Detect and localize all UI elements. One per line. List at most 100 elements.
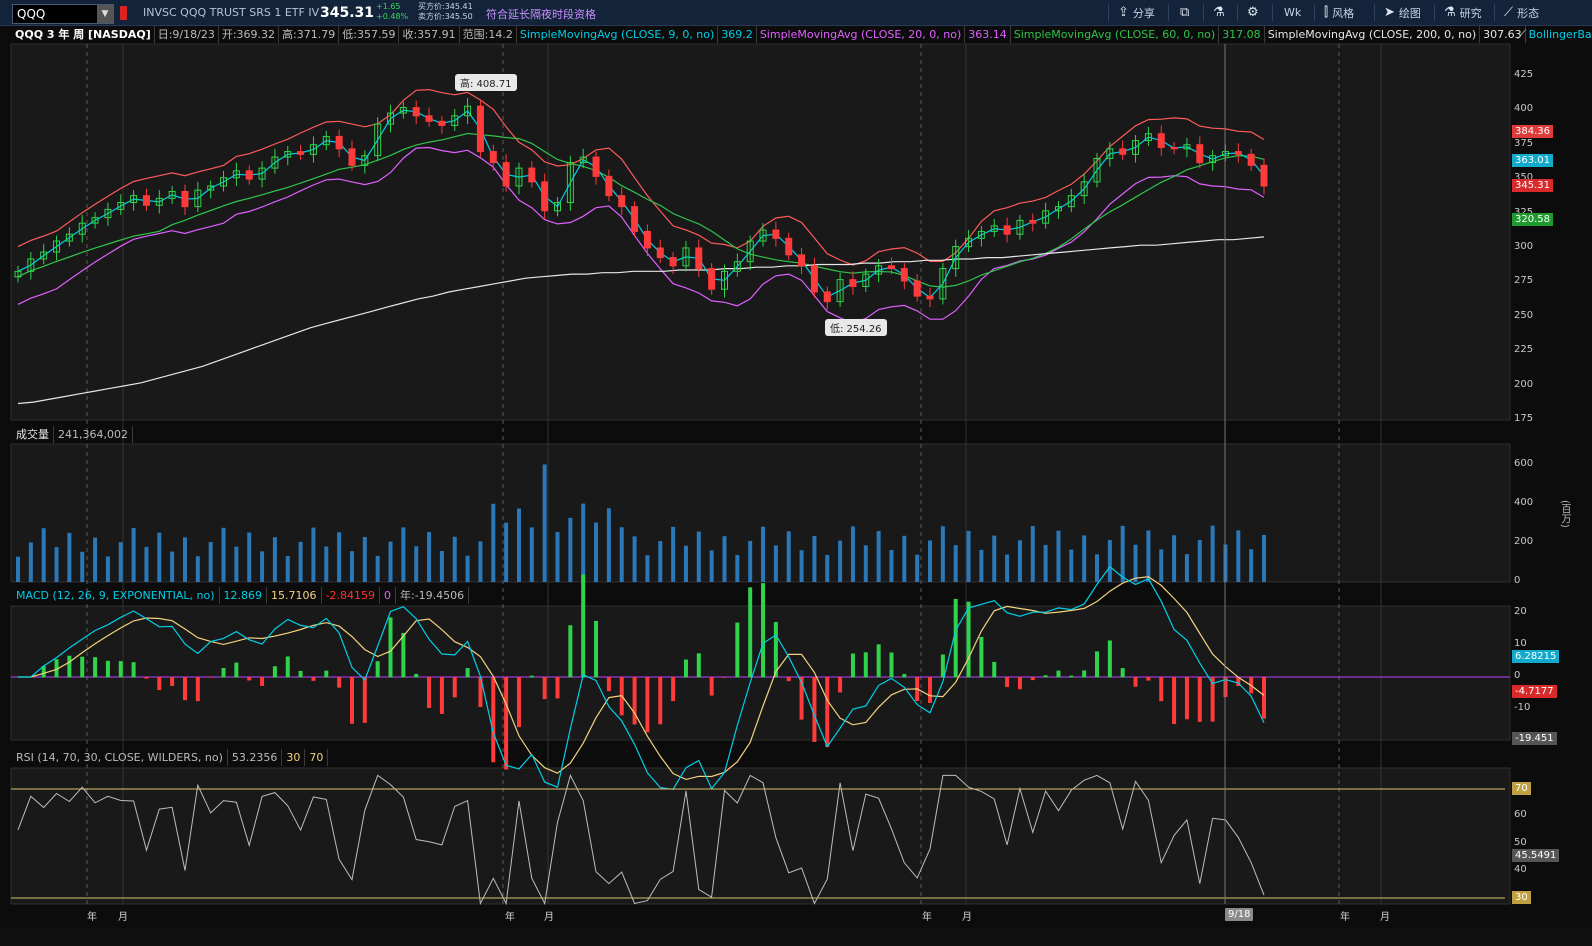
macd-histogram-bar: [272, 666, 277, 678]
rsi-tag: 45.5491: [1512, 848, 1560, 862]
volume-bar: [131, 527, 136, 582]
candle-body: [528, 167, 536, 183]
volume-bar: [606, 508, 611, 582]
volume-bar: [478, 541, 483, 582]
volume-header: 成交量 241,364,002: [12, 426, 133, 443]
volume-bar: [272, 537, 277, 582]
macd-avg: 15.7106: [267, 587, 322, 604]
volume-title[interactable]: 成交量: [12, 426, 54, 443]
macd-histogram-bar: [388, 617, 393, 678]
candle-body: [1234, 151, 1242, 155]
macd-histogram-bar: [529, 675, 534, 678]
macd-annual: 年:-19.4506: [396, 587, 470, 604]
candle-body: [926, 295, 934, 300]
candle-body: [297, 151, 305, 155]
candle-body: [489, 151, 497, 164]
volume-bar: [889, 550, 894, 582]
candle-body: [1170, 146, 1178, 150]
volume-bar: [645, 555, 650, 582]
macd-histogram-bar: [298, 670, 303, 678]
macd-label[interactable]: MACD (12, 26, 9, EXPONENTIAL, no): [12, 587, 220, 604]
volume-bar: [67, 532, 72, 582]
macd-histogram-bar: [337, 677, 342, 688]
candle-body: [798, 254, 806, 267]
volume-bar: [1069, 549, 1074, 582]
macd-histogram-bar: [748, 587, 753, 678]
candle-body: [425, 115, 433, 122]
macd-value: 12.869: [220, 587, 268, 604]
macd-histogram-bar: [131, 662, 136, 678]
volume-bar: [260, 551, 265, 582]
volume-bar: [157, 532, 162, 582]
macd-histogram-bar: [375, 661, 380, 678]
candle-body: [810, 265, 818, 293]
macd-histogram-bar: [465, 668, 470, 678]
volume-bar: [452, 536, 457, 582]
macd-histogram-bar: [1197, 677, 1202, 722]
volume-bar: [1082, 535, 1087, 582]
macd-histogram-bar: [67, 655, 72, 678]
volume-bar: [388, 541, 393, 582]
volume-bar: [683, 545, 688, 582]
macd-histogram-bar: [234, 662, 239, 678]
macd-histogram-bar: [902, 674, 907, 678]
volume-bar: [658, 541, 663, 582]
candle-body: [502, 162, 510, 187]
volume-bar: [362, 536, 367, 582]
macd-histogram-bar: [1082, 670, 1087, 678]
rsi-label[interactable]: RSI (14, 70, 30, CLOSE, WILDERS, no): [12, 749, 228, 766]
macd-histogram-bar: [594, 620, 599, 678]
macd-histogram-bar: [208, 677, 213, 678]
macd-histogram-bar: [568, 625, 573, 678]
bottom-scrollbar[interactable]: [0, 928, 1592, 946]
volume-bar: [1120, 525, 1125, 582]
macd-histogram-bar: [1107, 640, 1112, 678]
volume-bar: [118, 542, 123, 582]
rsi-pane[interactable]: [10, 767, 1511, 905]
macd-histogram-bar: [542, 677, 547, 700]
volume-bar: [195, 556, 200, 582]
volume-bar: [298, 541, 303, 582]
candle-body: [656, 247, 664, 259]
macd-histogram-bar: [825, 677, 830, 747]
volume-bar: [799, 550, 804, 582]
rsi-tags: 70 45.5491 30: [1512, 0, 1562, 946]
macd-histogram-bar: [1159, 677, 1164, 702]
macd-histogram-bar: [928, 677, 933, 703]
volume-bar: [170, 551, 175, 582]
volume-bar: [1043, 544, 1048, 582]
volume-bar: [208, 542, 213, 582]
candle-body: [887, 265, 895, 270]
rsi-overbought: 70: [305, 749, 329, 766]
macd-histogram-bar: [1005, 677, 1010, 687]
macd-histogram-bar: [850, 653, 855, 678]
macd-histogram-bar: [1030, 677, 1035, 681]
chart-canvas[interactable]: [0, 0, 1592, 946]
macd-histogram-bar: [324, 670, 329, 678]
macd-histogram-bar: [863, 652, 868, 678]
macd-histogram-bar: [1095, 651, 1100, 678]
volume-bar: [1184, 554, 1189, 582]
macd-histogram-bar: [504, 677, 509, 770]
volume-bar: [671, 526, 676, 582]
volume-bar: [1095, 554, 1100, 582]
macd-histogram-bar: [157, 677, 162, 691]
rsi-value: 53.2356: [228, 749, 283, 766]
volume-bar: [491, 503, 496, 582]
candle-body: [849, 279, 857, 287]
macd-histogram-bar: [401, 632, 406, 678]
volume-bar: [1197, 539, 1202, 582]
candle-body: [695, 247, 703, 270]
volume-bar: [632, 536, 637, 582]
volume-bar: [401, 527, 406, 582]
volume-bar: [247, 532, 252, 582]
volume-bar: [542, 464, 547, 582]
volume-bar: [324, 546, 329, 582]
volume-bar: [516, 508, 521, 582]
macd-histogram-bar: [838, 677, 843, 693]
volume-bar: [28, 542, 33, 582]
candle-body: [1196, 144, 1204, 164]
macd-histogram-bar: [966, 601, 971, 678]
candle-body: [438, 120, 446, 126]
macd-histogram-bar: [1262, 677, 1266, 719]
